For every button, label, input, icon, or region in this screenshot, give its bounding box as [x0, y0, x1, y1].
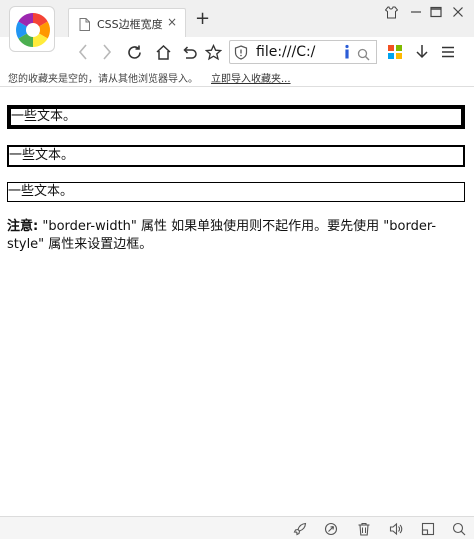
favorite-star-icon[interactable]: [203, 41, 223, 63]
speaker-icon[interactable]: [389, 521, 403, 539]
import-bookmarks-link[interactable]: 立即导入收藏夹...: [211, 70, 291, 85]
page-content: 一些文本。 一些文本。 一些文本。 注意: "border-width" 属性 …: [0, 88, 474, 516]
status-bar: [0, 516, 474, 539]
browser-logo[interactable]: [9, 6, 55, 52]
maximize-icon[interactable]: [430, 6, 442, 21]
trash-icon[interactable]: [357, 521, 371, 539]
search-icon[interactable]: [357, 46, 370, 65]
thick-border-paragraph: 一些文本。: [7, 105, 465, 129]
back-icon[interactable]: [74, 41, 92, 63]
bookmarks-bar: 您的收藏夹是空的，请从其他浏览器导入。 立即导入收藏夹...: [0, 66, 474, 87]
home-icon[interactable]: [153, 41, 173, 63]
skin-icon[interactable]: [384, 6, 399, 22]
download-icon[interactable]: [415, 44, 429, 63]
search-engine-box[interactable]: [337, 40, 377, 64]
shield-icon[interactable]: [234, 45, 248, 64]
tab-title: CSS边框宽度: [97, 18, 163, 31]
bookmarks-empty-text: 您的收藏夹是空的，请从其他浏览器导入。: [8, 74, 198, 85]
forward-icon[interactable]: [98, 41, 116, 63]
rocket-icon[interactable]: [293, 521, 307, 539]
new-tab-button[interactable]: +: [195, 10, 210, 28]
close-window-icon[interactable]: [452, 6, 464, 21]
thin-border-paragraph: 一些文本。: [7, 182, 465, 202]
note-paragraph: 注意: "border-width" 属性 如果单独使用则不起作用。要先使用 "…: [7, 218, 462, 254]
undo-close-icon[interactable]: [179, 41, 199, 63]
zoom-icon[interactable]: [452, 521, 466, 539]
apps-icon[interactable]: [388, 44, 402, 63]
tab-close-button[interactable]: ×: [167, 15, 177, 29]
speed-icon[interactable]: [324, 521, 338, 539]
tab-css-border-width[interactable]: CSS边框宽度 ×: [68, 8, 186, 37]
url-text[interactable]: file:///C:/: [256, 44, 315, 60]
note-label: 注意:: [7, 219, 39, 234]
page-icon: [79, 16, 90, 35]
medium-border-paragraph: 一些文本。: [7, 145, 465, 167]
title-bar: CSS边框宽度 × +: [0, 0, 474, 37]
note-text: "border-width" 属性 如果单独使用则不起作用。要先使用 "bord…: [7, 219, 437, 252]
search-engine-icon[interactable]: [343, 44, 351, 64]
menu-icon[interactable]: [441, 44, 455, 63]
window-icon[interactable]: [421, 521, 435, 539]
minimize-icon[interactable]: [410, 6, 422, 21]
refresh-icon[interactable]: [124, 41, 144, 63]
navigation-toolbar: file:///C:/: [0, 37, 474, 66]
